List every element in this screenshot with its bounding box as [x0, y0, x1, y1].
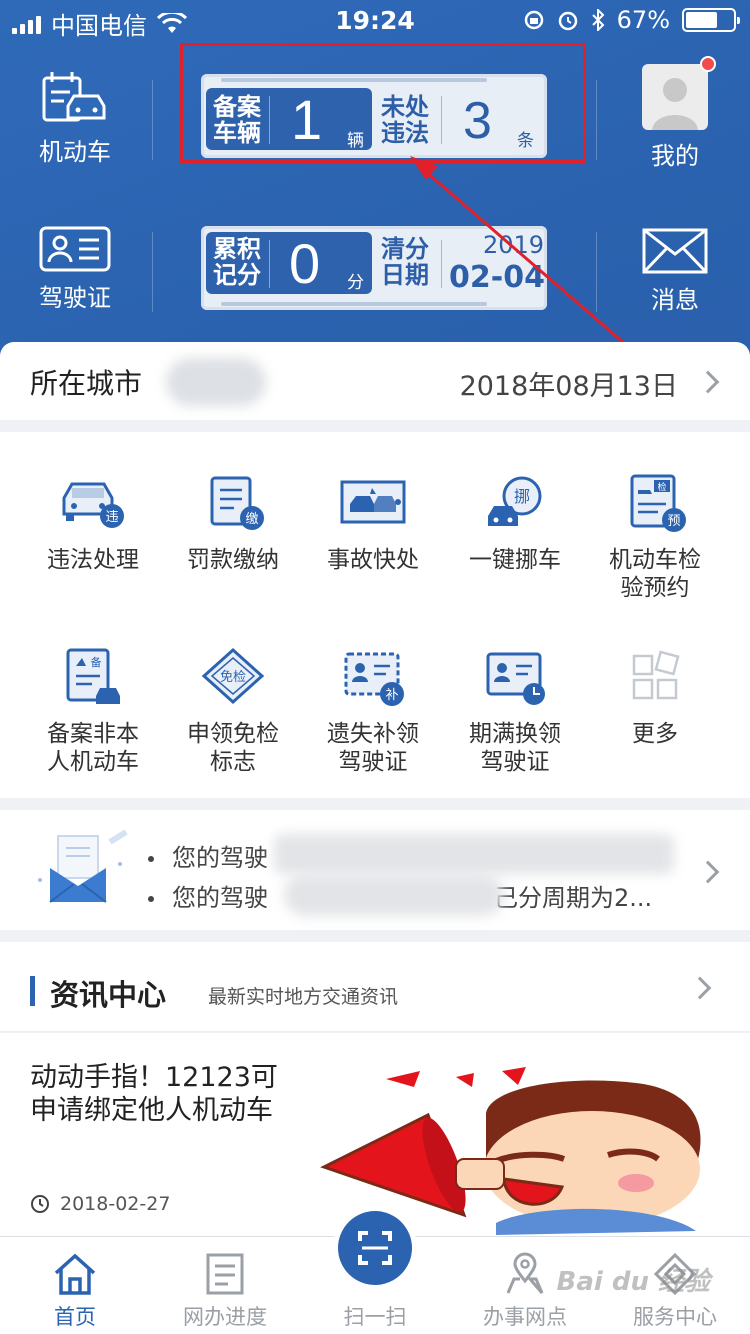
news-title: 资讯中心	[50, 978, 167, 1012]
svg-text:备: 备	[91, 655, 102, 669]
city-row[interactable]: 所在城市 2018年08月13日	[0, 342, 750, 420]
news-item-date-row: 2018-02-27	[30, 1193, 170, 1215]
service-label: 更多	[632, 721, 678, 747]
service-label: 期满换领 驾驶证	[469, 721, 561, 775]
tab-label: 办事网点	[483, 1305, 567, 1329]
notice-card[interactable]: 您的驾驶 您的驾驶 己分周期为2...	[0, 810, 750, 930]
service-fine[interactable]: 缴 罚款缴纳	[158, 472, 308, 574]
accident-icon	[340, 480, 406, 524]
renew-icon	[486, 652, 545, 705]
service-move-car[interactable]: 挪 一键挪车	[440, 472, 590, 574]
service-grid: 违 违法处理 缴 罚款缴纳 事故快处 挪 一键挪车 检 预 机动车检 验预约 备…	[0, 432, 750, 798]
tab-scan[interactable]: 扫一扫	[300, 1301, 450, 1331]
tab-progress[interactable]: 网办进度	[150, 1251, 300, 1331]
watermark: Bai du 经验	[556, 1267, 711, 1297]
inspection-icon: 检 预	[630, 474, 686, 532]
notice-line-1: 您的驾驶	[148, 838, 268, 873]
svg-text:免检: 免检	[220, 670, 246, 685]
city-date: 2018年08月13日	[459, 371, 678, 402]
more-icon	[632, 650, 680, 700]
chevron-right-icon	[696, 860, 720, 884]
scan-button[interactable]	[338, 1211, 412, 1285]
clock-icon	[31, 1195, 49, 1213]
service-label: 罚款缴纳	[187, 547, 279, 573]
fine-payment-icon: 缴	[210, 476, 264, 530]
tab-home[interactable]: 首页	[0, 1251, 150, 1331]
service-label: 备案非本 人机动车	[47, 721, 139, 775]
service-label: 违法处理	[47, 547, 139, 573]
tab-label: 扫一扫	[343, 1305, 407, 1329]
service-more[interactable]: 更多	[580, 646, 730, 748]
tab-label: 服务中心	[633, 1305, 717, 1329]
svg-text:预: 预	[667, 514, 680, 529]
chevron-right-icon	[688, 976, 712, 1000]
service-reissue[interactable]: 补 遗失补领 驾驶证	[298, 646, 448, 776]
city-label: 所在城市	[30, 367, 143, 400]
news-item-title: 动动手指！12123可申请绑定他人机动车	[30, 1062, 278, 1126]
news-item-date: 2018-02-27	[60, 1193, 171, 1215]
service-inspection[interactable]: 检 预 机动车检 验预约	[580, 472, 730, 602]
news-header[interactable]: 资讯中心 最新实时地方交通资讯	[0, 942, 750, 1032]
service-violation[interactable]: 违 违法处理	[18, 472, 168, 574]
tab-label: 首页	[54, 1305, 96, 1329]
service-label: 遗失补领 驾驶证	[327, 721, 419, 775]
service-accident[interactable]: 事故快处	[298, 472, 448, 574]
notice-blur-2	[284, 874, 504, 916]
svg-text:挪: 挪	[514, 487, 530, 506]
service-label: 机动车检 验预约	[609, 547, 701, 601]
svg-text:缴: 缴	[245, 512, 258, 527]
mail-notice-icon	[38, 829, 128, 903]
move-car-icon: 挪	[488, 476, 542, 526]
scan-icon	[358, 1231, 392, 1265]
annotation-arrow	[410, 156, 633, 352]
service-exempt[interactable]: 免检 申领免检 标志	[158, 646, 308, 776]
service-register[interactable]: 备 备案非本 人机动车	[18, 646, 168, 776]
car-violation-icon: 违	[62, 482, 124, 528]
map-pin-icon	[506, 1252, 544, 1294]
tab-label: 网办进度	[183, 1305, 267, 1329]
notice-blur-1	[274, 834, 674, 874]
news-accent-bar	[30, 976, 35, 1006]
service-renew[interactable]: 期满换领 驾驶证	[440, 646, 590, 776]
news-subtitle: 最新实时地方交通资讯	[208, 986, 399, 1008]
city-blurred-value	[166, 358, 266, 406]
progress-icon	[206, 1253, 244, 1295]
chevron-right-icon	[696, 370, 720, 394]
home-icon	[54, 1253, 96, 1295]
exempt-icon: 免检	[201, 647, 265, 705]
service-label: 事故快处	[327, 547, 419, 573]
svg-text:补: 补	[385, 688, 398, 703]
register-icon: 备	[66, 648, 120, 704]
svg-text:检: 检	[657, 481, 666, 493]
reissue-icon: 补	[344, 652, 404, 706]
service-label: 申领免检 标志	[187, 721, 279, 775]
service-label: 一键挪车	[469, 547, 561, 573]
svg-text:违: 违	[105, 510, 118, 525]
